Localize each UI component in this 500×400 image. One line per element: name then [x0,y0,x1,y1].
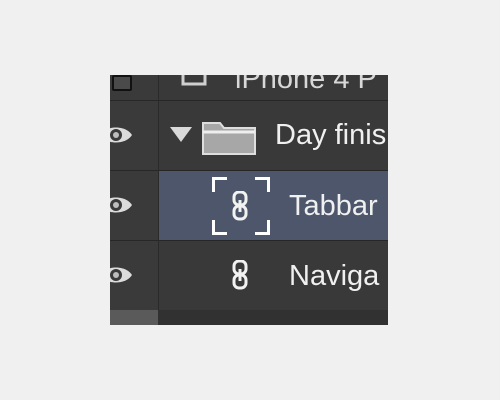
visibility-cell[interactable] [110,101,159,170]
layer-row-group[interactable]: Day finis [110,101,388,171]
bottom-panel-edge [110,310,388,325]
triangle-down-icon[interactable] [169,125,193,143]
visibility-cell[interactable] [110,171,159,240]
checkbox-icon[interactable] [112,75,132,91]
visibility-cell[interactable] [110,75,159,100]
scroll-gutter[interactable] [110,310,158,325]
selection-corner [212,177,227,192]
selected-layer-label: Tabbar [289,190,378,222]
folder-icon [202,122,256,155]
layers-panel-crop: iPhone 4 P Day finis Tabbar Naviga [110,75,388,325]
selection-corner [255,177,270,192]
layer-label: iPhone 4 P [235,75,377,95]
layer-content[interactable]: Naviga [159,241,388,310]
selection-corner [212,220,227,235]
layer-row-next[interactable]: Naviga [110,241,388,311]
next-layer-label: Naviga [289,260,380,292]
layer-row-top[interactable]: iPhone 4 P [110,75,388,101]
layer-content[interactable]: iPhone 4 P [159,75,388,100]
layer-content-selected[interactable]: Tabbar [159,171,388,240]
layer-content[interactable]: Day finis [159,101,388,170]
layer-row-selected[interactable]: Tabbar [110,171,388,241]
eye-icon[interactable] [110,121,134,149]
visibility-cell[interactable] [110,241,159,310]
link-icon [232,191,248,221]
selection-corner [255,220,270,235]
eye-icon[interactable] [110,261,134,289]
layer-thumb-icon [181,75,207,86]
group-label: Day finis [275,119,387,151]
eye-icon[interactable] [110,191,134,219]
link-icon [232,260,248,290]
